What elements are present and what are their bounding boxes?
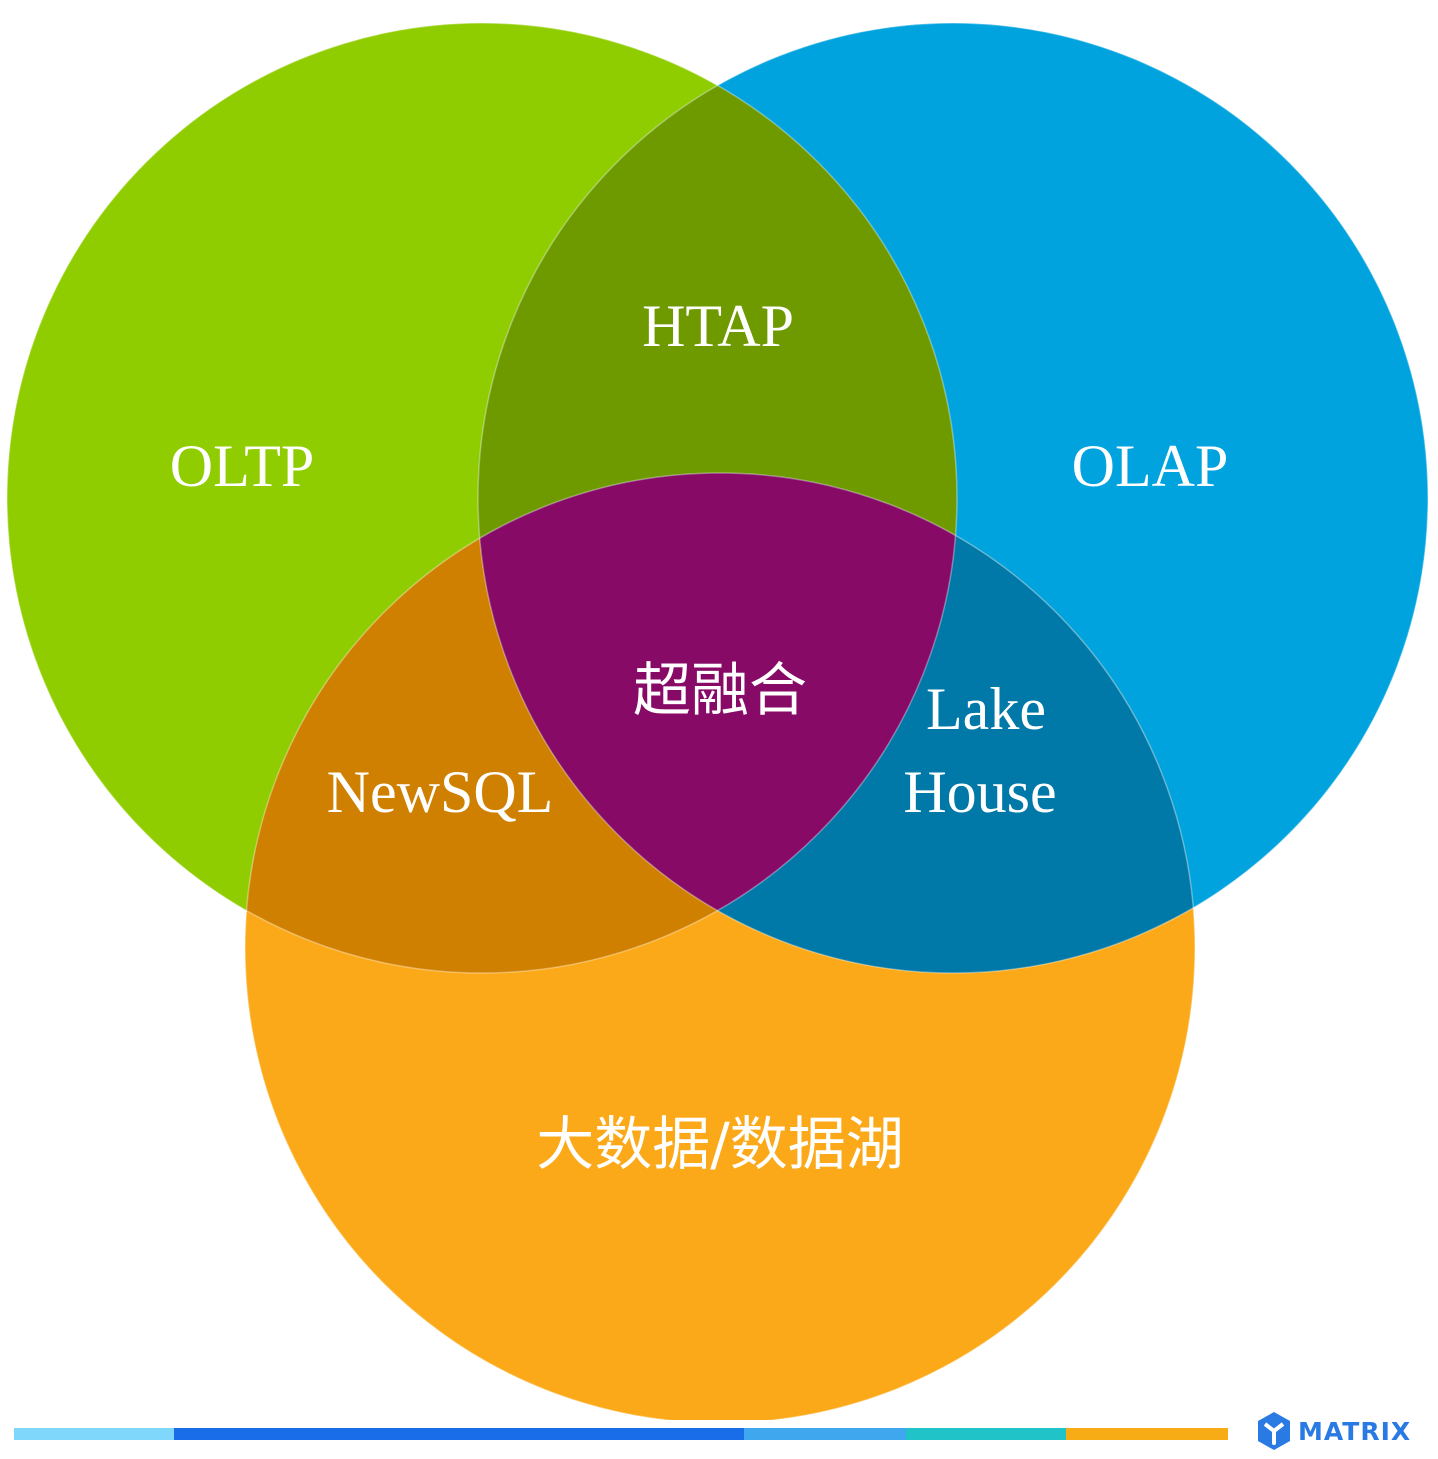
olap-label: OLAP [1072, 433, 1229, 499]
footer-bar-segment [906, 1428, 1066, 1440]
hyperconverged-label: 超融合 [633, 656, 807, 724]
brand-name: MATRIX [1298, 1416, 1412, 1446]
footer-bar-segment [1066, 1428, 1228, 1440]
venn-diagram: OLTP OLAP HTAP 超融合 NewSQL Lake House 大数据… [6, 22, 1429, 1420]
footer-color-bar [14, 1428, 1228, 1440]
newsql-label: NewSQL [327, 759, 554, 825]
oltp-label: OLTP [170, 433, 315, 499]
footer-bar-segment [744, 1428, 906, 1440]
footer-bar-segment [14, 1428, 174, 1440]
lakehouse-label-line2: House [903, 759, 1056, 825]
htap-label: HTAP [642, 293, 794, 359]
matrix-logo-icon [1258, 1412, 1290, 1450]
bigdata-label: 大数据/数据湖 [536, 1110, 904, 1178]
lakehouse-label-line1: Lake [926, 676, 1046, 742]
brand-logo: MATRIX [1256, 1410, 1411, 1452]
footer-bar-segment [174, 1428, 744, 1440]
